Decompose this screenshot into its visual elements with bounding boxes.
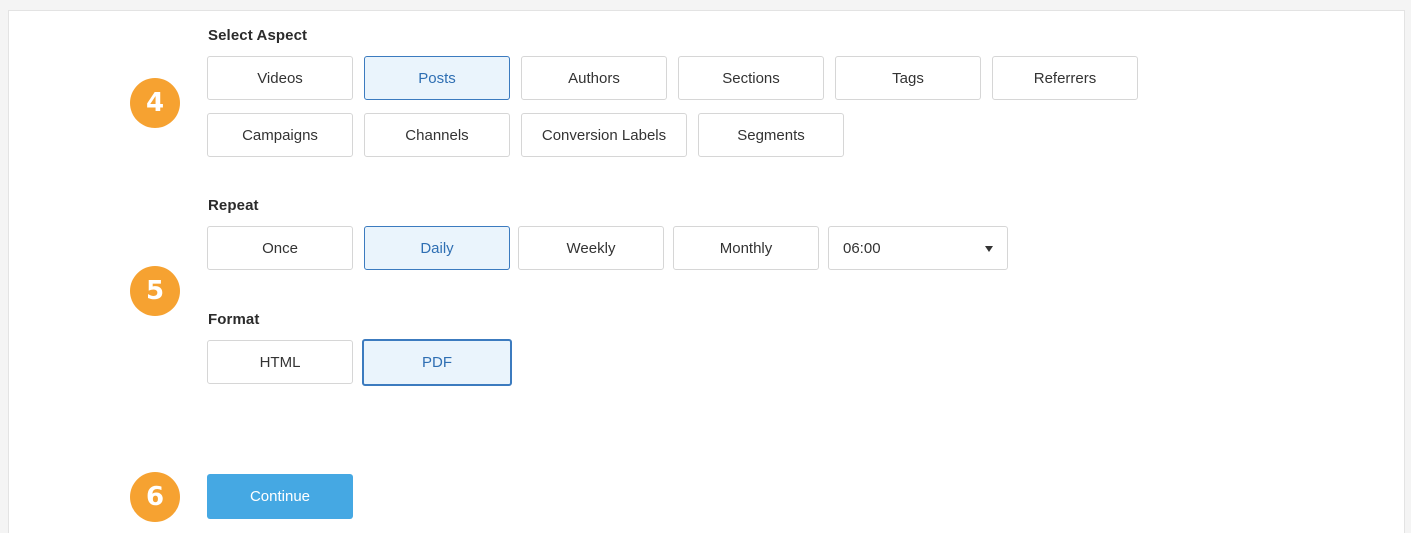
repeat-time-select[interactable]: 06:00 — [828, 226, 1008, 270]
repeat-option-weekly[interactable]: Weekly — [518, 226, 664, 270]
repeat-time-value: 06:00 — [843, 239, 881, 257]
aspect-option-channels[interactable]: Channels — [364, 113, 510, 157]
aspect-option-referrers[interactable]: Referrers — [992, 56, 1138, 100]
repeat-label: Repeat — [208, 197, 259, 214]
repeat-option-once[interactable]: Once — [207, 226, 353, 270]
continue-button[interactable]: Continue — [207, 474, 353, 519]
aspect-option-segments[interactable]: Segments — [698, 113, 844, 157]
step-badge-6: 6 — [130, 472, 180, 522]
select-aspect-label: Select Aspect — [208, 27, 308, 44]
format-option-pdf[interactable]: PDF — [362, 339, 512, 386]
format-option-html[interactable]: HTML — [207, 340, 353, 384]
repeat-option-monthly[interactable]: Monthly — [673, 226, 819, 270]
aspect-option-campaigns[interactable]: Campaigns — [207, 113, 353, 157]
caret-down-icon — [985, 246, 993, 252]
step-badge-5: 5 — [130, 266, 180, 316]
aspect-option-tags[interactable]: Tags — [835, 56, 981, 100]
aspect-option-posts[interactable]: Posts — [364, 56, 510, 100]
format-label: Format — [208, 311, 260, 328]
aspect-option-videos[interactable]: Videos — [207, 56, 353, 100]
aspect-option-conversion-labels[interactable]: Conversion Labels — [521, 113, 687, 157]
aspect-option-authors[interactable]: Authors — [521, 56, 667, 100]
step-badge-4: 4 — [130, 78, 180, 128]
aspect-option-sections[interactable]: Sections — [678, 56, 824, 100]
repeat-option-daily[interactable]: Daily — [364, 226, 510, 270]
